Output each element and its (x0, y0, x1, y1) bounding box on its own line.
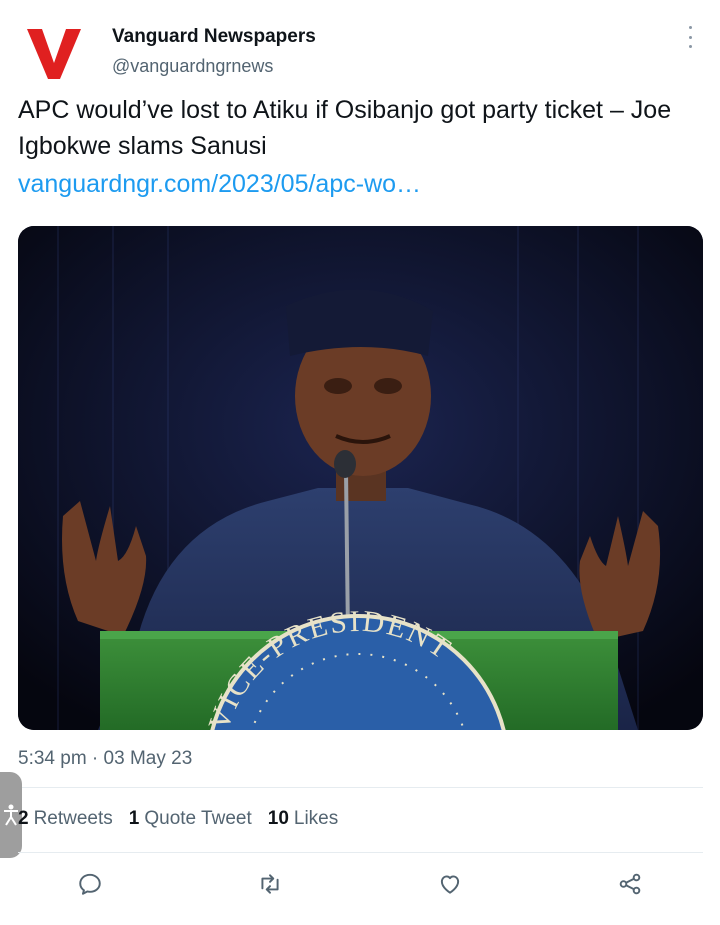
quotes-count: 1 (128, 808, 140, 829)
action-bar (0, 868, 720, 908)
retweet-icon (261, 874, 279, 894)
retweets-label: Retweets (33, 808, 113, 829)
share-button[interactable] (614, 868, 646, 900)
quote-tweets-stat[interactable]: 1 Quote Tweet (129, 808, 252, 830)
tweet-timestamp[interactable]: 5:34 pm · 03 May 23 (18, 748, 192, 770)
engagement-stats: 2 Retweets 1 Quote Tweet 10 Likes (18, 808, 338, 830)
divider (18, 787, 703, 788)
reply-button[interactable] (74, 868, 106, 900)
retweets-stat[interactable]: 2 Retweets (18, 808, 113, 830)
tweet-link[interactable]: vanguardngr.com/2023/05/apc-wo… (18, 166, 421, 202)
speaker-at-podium-image: VICE-PRESIDENT (18, 226, 703, 730)
account-avatar[interactable] (22, 22, 86, 86)
retweet-button[interactable] (254, 868, 286, 900)
like-button[interactable] (434, 868, 466, 900)
accessibility-icon (4, 804, 18, 826)
like-icon (440, 875, 460, 894)
retweets-count: 2 (18, 808, 29, 829)
tweet-text: APC would’ve lost to Atiku if Osibanjo g… (18, 96, 672, 160)
reply-icon (79, 873, 101, 895)
tweet-photo[interactable]: VICE-PRESIDENT (18, 226, 703, 730)
quotes-label: Quote Tweet (144, 808, 252, 829)
vanguard-logo-icon (27, 29, 81, 79)
account-handle[interactable]: @vanguardngrnews (112, 56, 273, 77)
share-icon (619, 873, 641, 895)
more-options-icon[interactable] (680, 26, 700, 48)
likes-stat[interactable]: 10 Likes (268, 808, 339, 830)
divider (18, 852, 703, 853)
likes-count: 10 (267, 808, 289, 829)
account-name[interactable]: Vanguard Newspapers (112, 26, 316, 48)
likes-label: Likes (293, 808, 339, 829)
